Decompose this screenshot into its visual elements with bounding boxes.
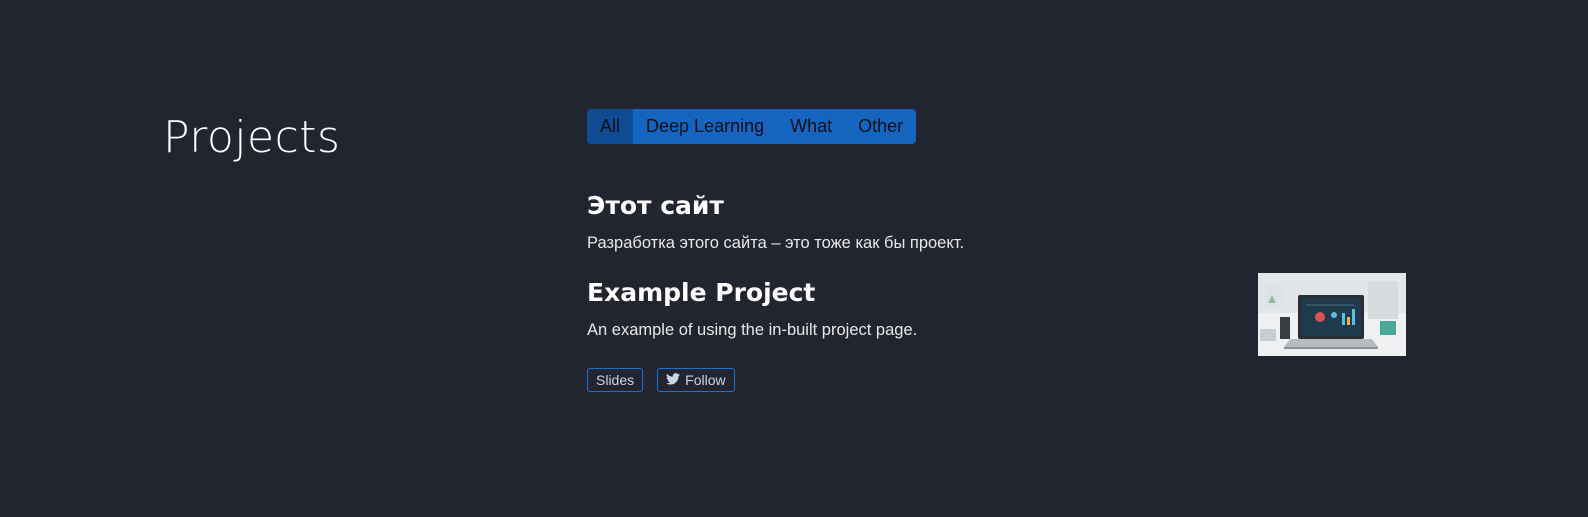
project-item: Этот сайт Разработка этого сайта – это т… bbox=[587, 191, 964, 253]
twitter-icon bbox=[666, 372, 681, 388]
filter-what-button[interactable]: What bbox=[777, 109, 845, 144]
page: Projects All Deep Learning What Other Эт… bbox=[0, 0, 1588, 517]
project-filter-group: All Deep Learning What Other bbox=[587, 109, 917, 144]
slides-button-label: Slides bbox=[596, 372, 635, 388]
project-title[interactable]: Example Project bbox=[587, 278, 917, 307]
filter-deep-learning-button[interactable]: Deep Learning bbox=[633, 109, 777, 144]
laptop-dashboard-image bbox=[1258, 273, 1406, 356]
slides-button[interactable]: Slides bbox=[587, 368, 644, 392]
project-thumbnail[interactable] bbox=[1258, 273, 1406, 356]
follow-button[interactable]: Follow bbox=[657, 368, 735, 392]
project-title[interactable]: Этот сайт bbox=[587, 191, 964, 220]
project-summary: Разработка этого сайта – это тоже как бы… bbox=[587, 234, 965, 252]
project-item: Example Project An example of using the … bbox=[587, 278, 917, 340]
follow-button-label: Follow bbox=[685, 372, 726, 388]
filter-all-button[interactable]: All bbox=[587, 109, 634, 144]
page-title: Projects bbox=[163, 112, 341, 163]
filter-other-button[interactable]: Other bbox=[845, 109, 916, 144]
project-summary: An example of using the in-built project… bbox=[587, 321, 918, 339]
project-links: Slides Follow bbox=[587, 368, 735, 392]
